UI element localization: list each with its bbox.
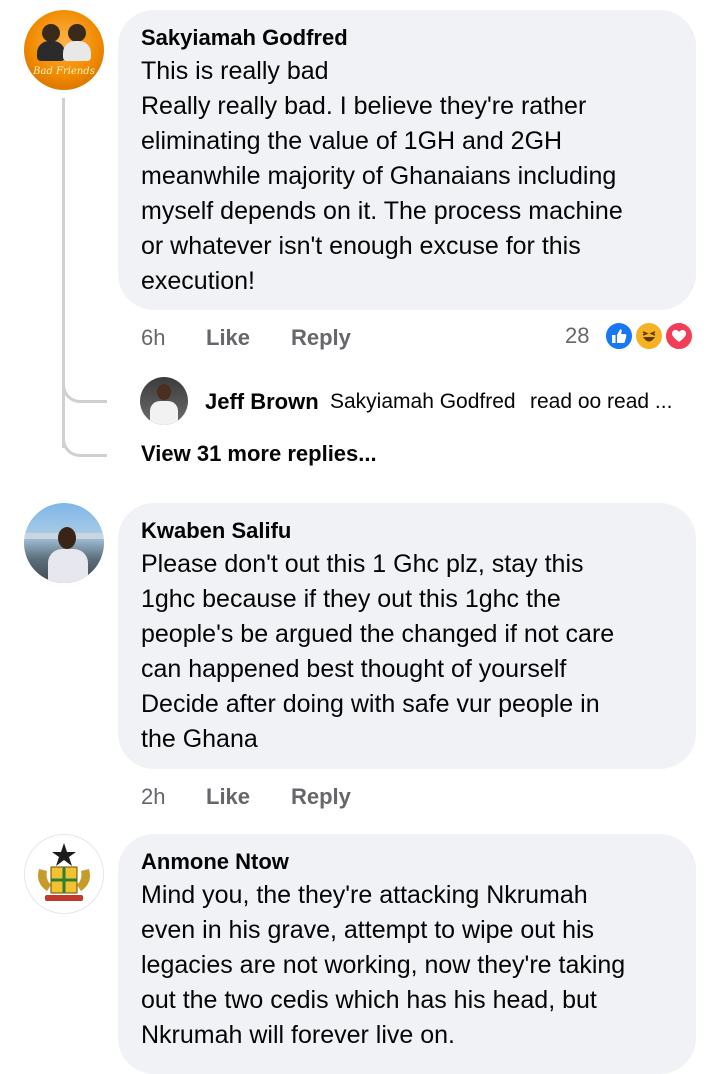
like-button[interactable]: Like	[206, 325, 250, 351]
reaction-count: 28	[565, 323, 590, 348]
reply-avatar-head	[157, 384, 171, 400]
haha-icon	[634, 321, 664, 351]
reply-avatar[interactable]	[140, 377, 188, 425]
comment-author[interactable]: Kwaben Salifu	[141, 518, 291, 544]
thread-branch-reply	[62, 372, 107, 403]
person-figure-left	[42, 24, 60, 42]
comment-line: Mind you, the they're attacking Nkrumah	[141, 881, 588, 909]
comment-line: This is really bad	[141, 57, 329, 85]
comment-line: Really really bad. I believe they're rat…	[141, 92, 587, 120]
reactions-summary[interactable]: 28	[560, 320, 700, 354]
comment-line: the Ghana	[141, 725, 258, 753]
comment-line: eliminating the value of 1GH and 2GH	[141, 127, 563, 155]
comment-line: legacies are not working, now they're ta…	[141, 951, 626, 979]
comment-time[interactable]: 2h	[141, 784, 165, 810]
comment-line: execution!	[141, 267, 255, 295]
comment-line: people's be argued the changed if not ca…	[141, 620, 615, 648]
avatar[interactable]	[24, 834, 104, 914]
comment-line: 1ghc because if they out this 1ghc the	[141, 585, 561, 613]
comment-time[interactable]: 6h	[141, 325, 165, 351]
reply-mention[interactable]: Sakyiamah Godfred	[330, 390, 516, 414]
comment-text: Please don't out this 1 Ghc plz, stay th…	[141, 547, 681, 757]
avatar-shirt	[48, 549, 88, 583]
avatar[interactable]	[24, 503, 104, 583]
comment-line: or whatever isn't enough excuse for this	[141, 232, 581, 260]
thread-branch-view-more	[62, 426, 107, 457]
reply-button[interactable]: Reply	[291, 325, 351, 351]
person-figure-right	[68, 24, 86, 42]
comment-line: out the two cedis which has his head, bu…	[141, 986, 597, 1014]
comment-text: Mind you, the they're attacking Nkrumah …	[141, 878, 681, 1053]
comment-line: meanwhile majority of Ghanaians includin…	[141, 162, 617, 190]
person-figure-right-body	[63, 41, 91, 61]
view-more-replies[interactable]: View 31 more replies...	[141, 441, 377, 467]
reply-author[interactable]: Jeff Brown	[205, 389, 319, 415]
reply-text: read oo read ...	[530, 390, 673, 413]
avatar[interactable]: Bad Friends	[24, 10, 104, 90]
comment-line: myself depends on it. The process machin…	[141, 197, 623, 225]
reply-button[interactable]: Reply	[291, 784, 351, 810]
comment-line: can happened best thought of yourself	[141, 655, 567, 683]
like-button[interactable]: Like	[206, 784, 250, 810]
reply-preview[interactable]: Jeff Brown Sakyiamah Godfred read oo rea…	[140, 377, 700, 427]
coat-of-arms-emblem	[38, 843, 90, 901]
reply-avatar-body	[150, 401, 178, 425]
comment-line: Decide after doing with safe vur people …	[141, 690, 600, 718]
comment-line: Please don't out this 1 Ghc plz, stay th…	[141, 550, 584, 578]
avatar-caption: Bad Friends	[33, 66, 95, 77]
comment-author[interactable]: Anmone Ntow	[141, 849, 289, 875]
comment-line: Nkrumah will forever live on.	[141, 1021, 455, 1049]
like-icon	[604, 321, 634, 351]
comment-author[interactable]: Sakyiamah Godfred	[141, 25, 348, 51]
comment-text: This is really bad Really really bad. I …	[141, 54, 681, 299]
avatar-head	[58, 527, 76, 549]
comment-line: even in his grave, attempt to wipe out h…	[141, 916, 595, 944]
person-figure-left-body	[37, 41, 65, 61]
love-icon	[664, 321, 694, 351]
